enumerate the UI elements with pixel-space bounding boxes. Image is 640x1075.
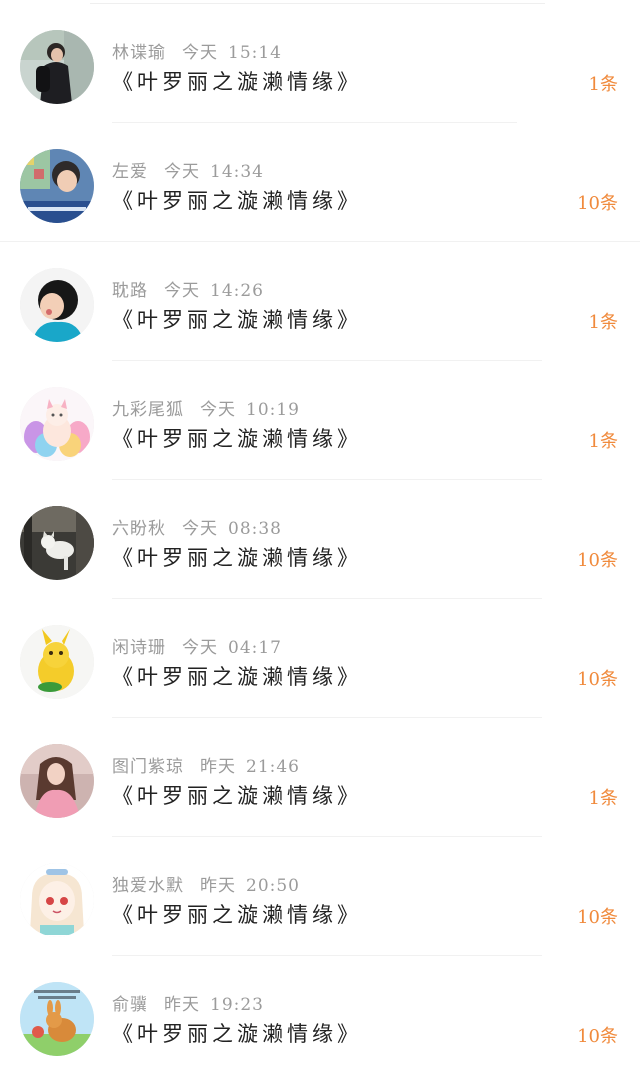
comment-count[interactable]: 1条 <box>589 427 618 453</box>
comment-row[interactable]: 耽路 今天 14:26 《叶罗丽之漩濑情缘》 1条 <box>0 242 640 361</box>
comment-time: 10:19 <box>246 400 300 420</box>
comment-count[interactable]: 10条 <box>577 903 618 929</box>
avatar-cartoon-rabbit-icon <box>20 982 94 1056</box>
avatar-cat-window-icon <box>20 506 94 580</box>
comment-day: 昨天 <box>200 876 236 896</box>
avatar-boy-photo-icon <box>20 149 94 223</box>
comment-day: 今天 <box>200 400 236 420</box>
story-title[interactable]: 《叶罗丽之漩濑情缘》 <box>112 423 362 453</box>
username[interactable]: 六盼秋 <box>112 519 166 539</box>
story-title[interactable]: 《叶罗丽之漩濑情缘》 <box>112 1018 362 1048</box>
comment-meta: 闲诗珊 今天 04:17 <box>112 633 282 658</box>
avatar[interactable] <box>20 863 94 937</box>
comment-meta: 九彩尾狐 今天 10:19 <box>112 395 300 420</box>
comment-meta: 俞骥 昨天 19:23 <box>112 990 264 1015</box>
comment-list: 林谍瑜 今天 15:14 《叶罗丽之漩濑情缘》 1条 左爱 今天 14:34 《叶罗丽之… <box>0 0 640 1074</box>
comment-meta: 六盼秋 今天 08:38 <box>112 514 282 539</box>
story-title[interactable]: 《叶罗丽之漩濑情缘》 <box>112 185 362 215</box>
avatar[interactable] <box>20 625 94 699</box>
comment-time: 08:38 <box>228 519 282 539</box>
avatar[interactable] <box>20 506 94 580</box>
comment-row[interactable]: 林谍瑜 今天 15:14 《叶罗丽之漩濑情缘》 1条 <box>0 4 640 123</box>
comment-row[interactable]: 俞骥 昨天 19:23 《叶罗丽之漩濑情缘》 10条 <box>0 956 640 1075</box>
comment-count[interactable]: 1条 <box>589 70 618 96</box>
avatar-person-backpack-icon <box>20 30 94 104</box>
comment-count[interactable]: 10条 <box>577 665 618 691</box>
comment-time: 20:50 <box>246 876 300 896</box>
username[interactable]: 九彩尾狐 <box>112 400 184 420</box>
avatar-girl-blue-hood-icon <box>20 268 94 342</box>
username[interactable]: 独爱水默 <box>112 876 184 896</box>
comment-meta: 图门紫琼 昨天 21:46 <box>112 752 300 777</box>
username[interactable]: 左爱 <box>112 162 148 182</box>
avatar-anime-girl-icon <box>20 863 94 937</box>
comment-row[interactable]: 闲诗珊 今天 04:17 《叶罗丽之漩濑情缘》 10条 <box>0 599 640 718</box>
story-title[interactable]: 《叶罗丽之漩濑情缘》 <box>112 780 362 810</box>
comment-day: 昨天 <box>200 757 236 777</box>
avatar[interactable] <box>20 744 94 818</box>
comment-row[interactable]: 左爱 今天 14:34 《叶罗丽之漩濑情缘》 10条 <box>0 123 640 242</box>
comment-time: 14:26 <box>210 281 264 301</box>
comment-count[interactable]: 10条 <box>577 189 618 215</box>
comment-day: 今天 <box>182 519 218 539</box>
comment-day: 今天 <box>182 638 218 658</box>
story-title[interactable]: 《叶罗丽之漩濑情缘》 <box>112 66 362 96</box>
username[interactable]: 俞骥 <box>112 995 148 1015</box>
comment-time: 15:14 <box>228 43 282 63</box>
story-title[interactable]: 《叶罗丽之漩濑情缘》 <box>112 542 362 572</box>
comment-day: 今天 <box>164 162 200 182</box>
comment-meta: 独爱水默 昨天 20:50 <box>112 871 300 896</box>
comment-count[interactable]: 1条 <box>589 308 618 334</box>
avatar[interactable] <box>20 30 94 104</box>
comment-time: 04:17 <box>228 638 282 658</box>
comment-meta: 耽路 今天 14:26 <box>112 276 264 301</box>
comment-count[interactable]: 10条 <box>577 546 618 572</box>
username[interactable]: 耽路 <box>112 281 148 301</box>
story-title[interactable]: 《叶罗丽之漩濑情缘》 <box>112 304 362 334</box>
username[interactable]: 图门紫琼 <box>112 757 184 777</box>
story-title[interactable]: 《叶罗丽之漩濑情缘》 <box>112 899 362 929</box>
comment-row[interactable]: 独爱水默 昨天 20:50 《叶罗丽之漩濑情缘》 10条 <box>0 837 640 956</box>
avatar-nine-tail-fox-icon <box>20 387 94 461</box>
avatar-girl-pink-icon <box>20 744 94 818</box>
comment-day: 昨天 <box>164 995 200 1015</box>
comment-day: 今天 <box>182 43 218 63</box>
comment-meta: 林谍瑜 今天 15:14 <box>112 38 282 63</box>
avatar[interactable] <box>20 149 94 223</box>
comment-day: 今天 <box>164 281 200 301</box>
comment-meta: 左爱 今天 14:34 <box>112 157 264 182</box>
comment-row[interactable]: 图门紫琼 昨天 21:46 《叶罗丽之漩濑情缘》 1条 <box>0 718 640 837</box>
avatar-yellow-pikachu-icon <box>20 625 94 699</box>
comment-row[interactable]: 六盼秋 今天 08:38 《叶罗丽之漩濑情缘》 10条 <box>0 480 640 599</box>
comment-time: 21:46 <box>246 757 300 777</box>
avatar[interactable] <box>20 982 94 1056</box>
story-title[interactable]: 《叶罗丽之漩濑情缘》 <box>112 661 362 691</box>
username[interactable]: 林谍瑜 <box>112 43 166 63</box>
comment-count[interactable]: 10条 <box>577 1022 618 1048</box>
avatar[interactable] <box>20 268 94 342</box>
comment-time: 14:34 <box>210 162 264 182</box>
username[interactable]: 闲诗珊 <box>112 638 166 658</box>
comment-time: 19:23 <box>210 995 264 1015</box>
avatar[interactable] <box>20 387 94 461</box>
comment-row[interactable]: 九彩尾狐 今天 10:19 《叶罗丽之漩濑情缘》 1条 <box>0 361 640 480</box>
comment-count[interactable]: 1条 <box>589 784 618 810</box>
